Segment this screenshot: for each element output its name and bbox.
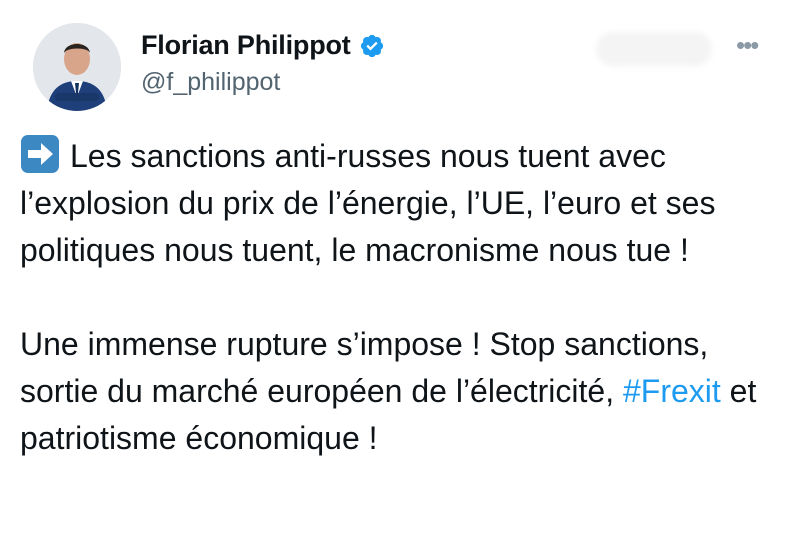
tweet-paragraph-2-text: Une immense rupture s’impose ! Stop sanc… <box>20 326 709 409</box>
author-handle[interactable]: @f_philippot <box>141 68 280 97</box>
verified-badge-icon <box>360 34 383 57</box>
right-arrow-emoji <box>21 135 59 173</box>
author-name-row: Florian Philippot <box>141 30 385 61</box>
tweet-body: Les sanctions anti-russes nous tuent ave… <box>20 133 790 462</box>
avatar-photo <box>33 23 121 111</box>
tweet-paragraph-1-text: Les sanctions anti-russes nous tuent ave… <box>20 138 716 268</box>
hashtag-link[interactable]: #Frexit <box>623 373 721 409</box>
tweet-paragraph-1: Les sanctions anti-russes nous tuent ave… <box>20 133 790 274</box>
more-icon[interactable]: ••• <box>736 30 759 61</box>
tweet-paragraph-2: Une immense rupture s’impose ! Stop sanc… <box>20 321 790 462</box>
blurred-follow-button[interactable] <box>596 32 712 66</box>
tweet-header: Florian Philippot @f_philippot ••• <box>0 0 800 120</box>
author-name[interactable]: Florian Philippot <box>141 30 351 61</box>
avatar[interactable] <box>33 23 121 111</box>
